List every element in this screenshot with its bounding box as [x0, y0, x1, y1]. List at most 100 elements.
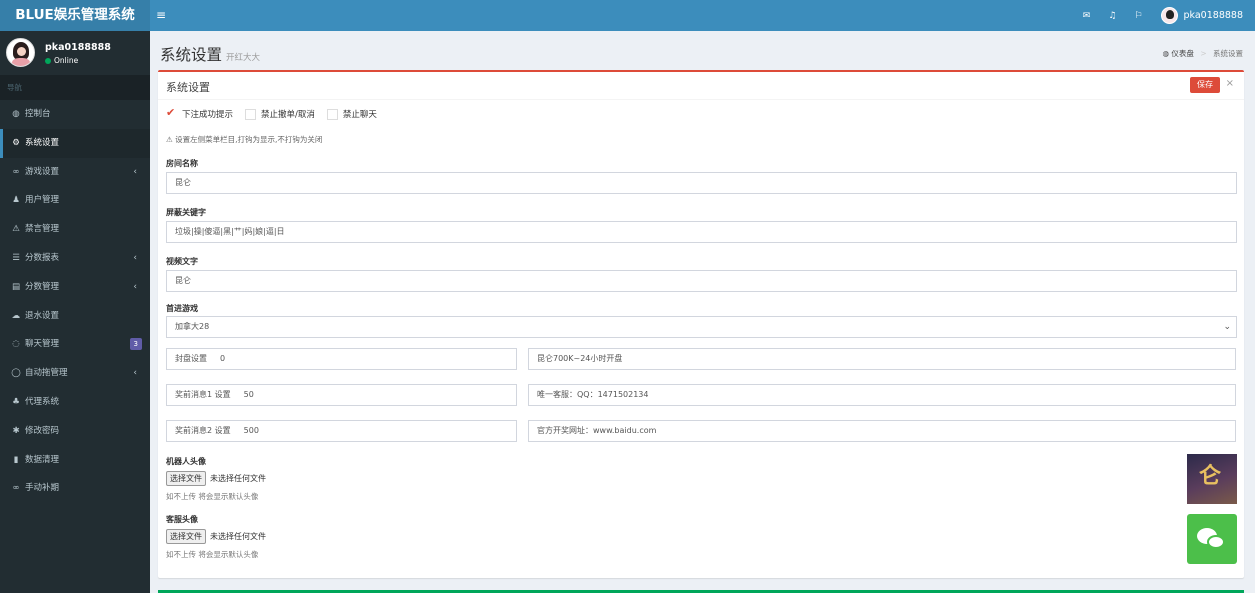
sidebar-item-label: 修改密码	[25, 425, 60, 436]
pre-draw-msg2-input[interactable]: 500	[239, 421, 259, 441]
sidebar-item-label: 分数管理	[25, 281, 60, 292]
checkbox-no-cancel[interactable]: 禁止撤单/取消	[245, 108, 315, 120]
chevron-down-icon: ⌄	[1223, 322, 1231, 332]
pre-draw-msg2-label: 奖前消息2 设置	[175, 426, 231, 435]
settings-box: 系统设置 保存 × 下注成功提示 禁止撤单/取消 禁止聊天 ⚠ 设置左侧菜单栏目…	[158, 70, 1244, 578]
sidebar-item-4[interactable]: ⚠ 禁言管理	[0, 215, 150, 244]
page-title-text: 系统设置	[160, 46, 223, 64]
checkbox-label: 禁止聊天	[342, 110, 377, 120]
sidebar-item-label: 禁言管理	[25, 224, 60, 235]
keywords-label: 屏蔽关键字	[166, 208, 206, 217]
sidebar-item-1[interactable]: ⚙ 系统设置	[0, 128, 150, 158]
wechat-icon	[1187, 514, 1237, 564]
menu-toggle-icon[interactable]: ≡	[156, 0, 166, 31]
sidebar-item-label: 代理系统	[25, 396, 60, 407]
room-name-input[interactable]: 昆仑	[166, 172, 1237, 194]
sidebar: pka0188888 Online 导航 ◍ 控制台 ⚙ 系统设置 ∞ 游戏设置 ‹ ♟ 用户管…	[0, 31, 150, 593]
checkbox-empty-icon[interactable]	[326, 108, 338, 120]
checkbox-label: 下注成功提示	[182, 110, 234, 120]
sidebar-item-8[interactable]: ◌ 聊天管理 3	[0, 330, 150, 359]
seal-message-input[interactable]: 昆仑700K~24小时开盘	[528, 348, 1236, 370]
first-game-select[interactable]: 加拿大28 ⌄	[166, 316, 1237, 338]
sidebar-item-3[interactable]: ♟ 用户管理	[0, 186, 150, 215]
sidebar-item-6[interactable]: ▤ 分数管理 ‹	[0, 273, 150, 302]
pre-draw-msg1-text[interactable]: 唯一客服：QQ：1471502134	[528, 384, 1236, 406]
checkbox-no-chat[interactable]: 禁止聊天	[326, 108, 377, 120]
sidebar-item-7[interactable]: ☁ 退水设置	[0, 302, 150, 331]
checkbox-empty-icon[interactable]	[245, 108, 257, 120]
envelope-icon[interactable]: ✉	[1083, 11, 1091, 21]
chevron-left-icon: ‹	[133, 252, 137, 263]
first-game-value: 加拿大28	[175, 322, 210, 331]
service-file-button[interactable]: 选择文件	[166, 529, 206, 544]
box-title: 系统设置	[166, 81, 210, 94]
top-navbar: BLUE娱乐管理系统 ≡ ✉ ♫ ⚐ pka0188888	[0, 0, 1255, 31]
cloud-icon: ☁	[11, 310, 21, 321]
link-icon: ∞	[12, 483, 20, 494]
video-text-input[interactable]: 昆仑	[166, 270, 1237, 292]
gamepad-icon: ∞	[12, 166, 20, 177]
service-file-status: 未选择任何文件	[210, 532, 266, 541]
sidebar-item-label: 用户管理	[25, 195, 60, 206]
checkbox-label: 禁止撤单/取消	[261, 110, 315, 120]
trash-icon: ▮	[13, 454, 19, 465]
header-username[interactable]: pka0188888	[1184, 10, 1244, 21]
checkbox-hint: ⚠ 设置左侧菜单栏目,打钩为显示,不打钩为关闭	[166, 134, 322, 145]
sidebar-item-5[interactable]: ☰ 分数报表 ‹	[0, 244, 150, 273]
pre-draw-msg2-group[interactable]: 奖前消息2 设置 500	[166, 420, 517, 442]
sidebar-menu: ◍ 控制台 ⚙ 系统设置 ∞ 游戏设置 ‹ ♟ 用户管理 ⚠ 禁言管理 ☰ 分数报表 ‹ ▤ 分数管理 ‹ ☁ 退水…	[0, 100, 150, 503]
header-avatar[interactable]	[1160, 7, 1178, 24]
robot-file-button[interactable]: 选择文件	[166, 471, 206, 486]
close-icon[interactable]: ×	[1226, 78, 1234, 89]
checkbox-bet-success[interactable]: 下注成功提示	[166, 106, 234, 121]
robot-avatar-file: 选择文件 未选择任何文件	[166, 471, 266, 486]
sidebar-item-label: 游戏设置	[25, 166, 60, 177]
robot-file-status: 未选择任何文件	[210, 474, 266, 483]
keywords-input[interactable]: 垃圾|操|傻逼|黑|艹|妈|娘|逼|日	[166, 221, 1237, 243]
page-subtitle: 开红大大	[226, 53, 261, 63]
robot-avatar-image: 仑	[1187, 454, 1237, 504]
sidebar-item-0[interactable]: ◍ 控制台	[0, 100, 150, 129]
first-game-label: 首进游戏	[166, 304, 198, 313]
cogs-icon: ⚙	[12, 137, 20, 148]
app-logo[interactable]: BLUE娱乐管理系统	[0, 0, 150, 31]
database-icon: ▤	[11, 281, 21, 292]
flag-icon[interactable]: ⚐	[1134, 11, 1142, 21]
video-text-label: 视频文字	[166, 257, 198, 266]
breadcrumb: ◍ 仪表盘 > 系统设置	[1162, 49, 1243, 58]
count-badge: 3	[129, 338, 142, 351]
pre-draw-msg2-text[interactable]: 官方开奖网址：www.baidu.com	[528, 420, 1236, 442]
sidebar-item-13[interactable]: ∞ 手动补期	[0, 474, 150, 503]
pre-draw-msg1-group[interactable]: 奖前消息1 设置 50	[166, 384, 517, 406]
robot-avatar-glyph: 仑	[1199, 464, 1222, 489]
sidebar-item-9[interactable]: ◯ 自动拖管理 ‹	[0, 359, 150, 388]
sidebar-username: pka0188888	[45, 42, 111, 53]
pre-draw-msg1-label: 奖前消息1 设置	[175, 390, 231, 399]
sidebar-item-label: 自动拖管理	[25, 368, 68, 379]
sidebar-item-11[interactable]: ✱ 修改密码	[0, 417, 150, 446]
online-status: Online	[45, 56, 78, 65]
sidebar-item-label: 数据清理	[25, 454, 60, 465]
status-dot-icon	[45, 58, 51, 64]
page-title: 系统设置 开红大大	[160, 43, 260, 65]
sidebar-item-12[interactable]: ▮ 数据清理	[0, 446, 150, 475]
sidebar-item-2[interactable]: ∞ 游戏设置 ‹	[0, 158, 150, 187]
checkbox-checked-icon[interactable]	[166, 106, 177, 120]
pre-draw-msg1-input[interactable]: 50	[239, 385, 254, 405]
comment-icon: ◯	[11, 368, 21, 379]
sidebar-item-label: 控制台	[25, 109, 51, 119]
sidebar-item-10[interactable]: ♣ 代理系统	[0, 388, 150, 417]
bell-icon[interactable]: ♫	[1108, 11, 1116, 21]
breadcrumb-home[interactable]: 仪表盘	[1171, 49, 1194, 58]
header-actions: ✉ ♫ ⚐ pka0188888	[1083, 0, 1255, 31]
sidebar-item-label: 手动补期	[25, 483, 60, 494]
service-avatar-label: 客服头像	[166, 515, 198, 524]
robot-avatar-label: 机器人头像	[166, 457, 206, 466]
save-button[interactable]: 保存	[1190, 77, 1220, 93]
avatar	[6, 38, 35, 67]
box-header: 系统设置 保存 ×	[158, 72, 1244, 100]
sidebar-item-label: 分数报表	[25, 252, 60, 263]
seal-setting-group[interactable]: 封盘设置 0	[166, 348, 517, 370]
seal-setting-input[interactable]: 0	[215, 349, 225, 369]
status-text: Online	[54, 56, 79, 65]
